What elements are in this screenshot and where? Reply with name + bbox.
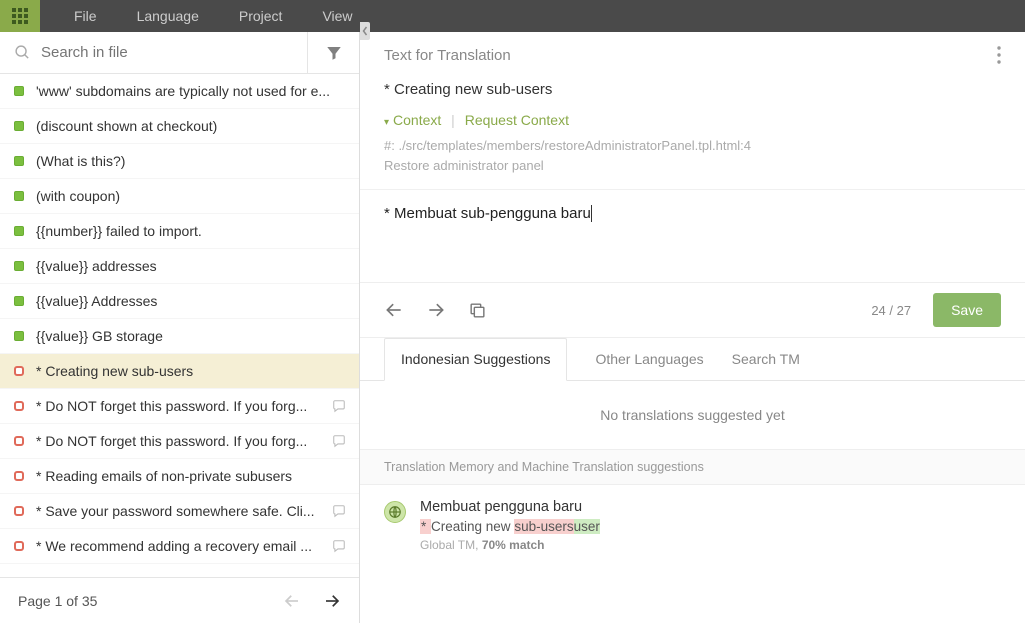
pager-label: Page 1 of 35 [18, 593, 97, 609]
tab-suggestions[interactable]: Indonesian Suggestions [384, 338, 567, 381]
string-item[interactable]: * Do NOT forget this password. If you fo… [0, 389, 359, 424]
string-item[interactable]: * Save your password somewhere safe. Cli… [0, 494, 359, 529]
string-text: * Do NOT forget this password. If you fo… [36, 433, 319, 449]
menu-view[interactable]: View [322, 8, 352, 24]
source-text: * Creating new sub-users [384, 81, 1001, 98]
string-text: (with coupon) [36, 188, 347, 204]
char-count: 24 / 27 [871, 303, 911, 318]
string-item[interactable]: 'www' subdomains are typically not used … [0, 74, 359, 109]
copy-source-button[interactable] [468, 301, 487, 320]
string-item[interactable]: * Do NOT forget this password. If you fo… [0, 424, 359, 459]
string-item[interactable]: {{number}} failed to import. [0, 214, 359, 249]
apps-menu-button[interactable] [0, 0, 40, 32]
status-dot [14, 296, 24, 306]
sidebar: 'www' subdomains are typically not used … [0, 32, 360, 623]
string-text: {{value}} addresses [36, 258, 347, 274]
filter-icon [324, 44, 344, 62]
search-input[interactable] [41, 44, 293, 61]
string-text: (What is this?) [36, 153, 347, 169]
comment-icon [331, 399, 347, 413]
string-text: * Reading emails of non-private subusers [36, 468, 347, 484]
status-dot [14, 86, 24, 96]
menu-language[interactable]: Language [137, 8, 199, 24]
prev-string-button[interactable] [384, 300, 404, 320]
context-toggle[interactable]: Context [384, 112, 441, 128]
string-item[interactable]: * Reading emails of non-private subusers [0, 459, 359, 494]
editor-title: Text for Translation [384, 47, 511, 64]
context-details: #: ./src/templates/members/restoreAdmini… [384, 136, 1001, 175]
tm-entry[interactable]: Membuat pengguna baru * Creating new sub… [360, 485, 1025, 566]
suggestions-area: No translations suggested yet Translatio… [360, 381, 1025, 623]
save-button[interactable]: Save [933, 293, 1001, 327]
tm-header: Translation Memory and Machine Translati… [360, 449, 1025, 485]
string-item[interactable]: {{value}} Addresses [0, 284, 359, 319]
string-text: * Creating new sub-users [36, 363, 347, 379]
comment-icon [331, 539, 347, 553]
editor-panel: Text for Translation * Creating new sub-… [360, 32, 1025, 623]
separator: | [451, 112, 455, 128]
tab-other-languages[interactable]: Other Languages [595, 338, 703, 380]
string-text: 'www' subdomains are typically not used … [36, 83, 347, 99]
status-dot [14, 261, 24, 271]
filter-button[interactable] [307, 32, 359, 73]
status-dot [14, 471, 24, 481]
status-dot [14, 331, 24, 341]
string-item[interactable]: * We recommend adding a recovery email .… [0, 529, 359, 564]
context-note: Restore administrator panel [384, 156, 1001, 176]
string-item[interactable]: * Creating new sub-users [0, 354, 359, 389]
apps-icon [12, 8, 28, 24]
request-context-link[interactable]: Request Context [465, 112, 569, 128]
collapse-sidebar-button[interactable] [360, 22, 370, 40]
page-prev-button[interactable] [283, 592, 301, 610]
tab-search-tm[interactable]: Search TM [732, 338, 800, 380]
string-item[interactable]: (with coupon) [0, 179, 359, 214]
comment-icon [331, 434, 347, 448]
status-dot [14, 121, 24, 131]
status-dot [14, 401, 24, 411]
string-text: (discount shown at checkout) [36, 118, 347, 134]
tm-source-icon [384, 501, 406, 523]
search-icon [14, 44, 31, 61]
status-dot [14, 366, 24, 376]
menu-file[interactable]: File [74, 8, 97, 24]
tm-meta: Global TM, 70% match [420, 538, 1001, 552]
string-text: * We recommend adding a recovery email .… [36, 538, 319, 554]
translation-input[interactable]: * Membuat sub-pengguna baru [360, 189, 1025, 282]
no-suggestions-message: No translations suggested yet [360, 381, 1025, 449]
status-dot [14, 506, 24, 516]
editor-more-button[interactable] [997, 46, 1001, 64]
string-text: {{number}} failed to import. [36, 223, 347, 239]
status-dot [14, 226, 24, 236]
tm-target: Membuat pengguna baru [420, 499, 1001, 515]
page-next-button[interactable] [323, 592, 341, 610]
translation-text: * Membuat sub-pengguna baru [384, 205, 592, 222]
string-text: {{value}} Addresses [36, 293, 347, 309]
status-dot [14, 436, 24, 446]
status-dot [14, 191, 24, 201]
context-path: #: ./src/templates/members/restoreAdmini… [384, 136, 1001, 156]
menu-project[interactable]: Project [239, 8, 283, 24]
string-item[interactable]: (What is this?) [0, 144, 359, 179]
next-string-button[interactable] [426, 300, 446, 320]
string-item[interactable]: {{value}} GB storage [0, 319, 359, 354]
chevron-left-icon [362, 26, 368, 36]
string-text: {{value}} GB storage [36, 328, 347, 344]
status-dot [14, 541, 24, 551]
tm-diff: * Creating new sub-usersuser [420, 519, 1001, 534]
string-item[interactable]: {{value}} addresses [0, 249, 359, 284]
status-dot [14, 156, 24, 166]
string-text: * Save your password somewhere safe. Cli… [36, 503, 319, 519]
string-item[interactable]: (discount shown at checkout) [0, 109, 359, 144]
comment-icon [331, 504, 347, 518]
string-text: * Do NOT forget this password. If you fo… [36, 398, 319, 414]
string-list: 'www' subdomains are typically not used … [0, 74, 359, 577]
